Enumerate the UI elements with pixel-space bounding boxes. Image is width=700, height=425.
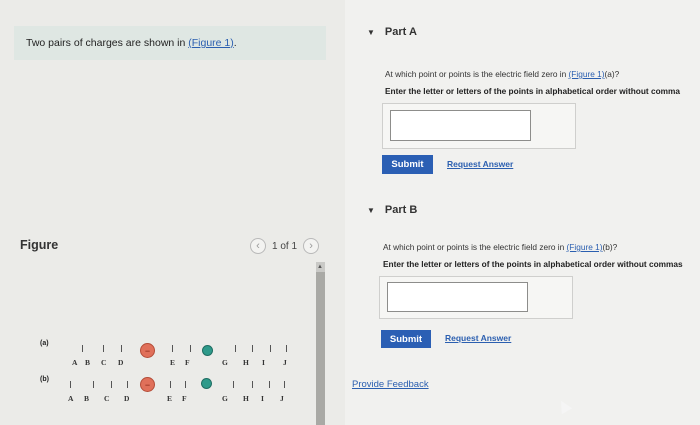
row-tag: (b) [40, 376, 49, 383]
point-label: F [182, 394, 187, 403]
point-label: I [261, 394, 264, 403]
part-a-answer-input[interactable] [390, 110, 531, 141]
part-a-instruction: Enter the letter or letters of the point… [385, 86, 681, 96]
positive-charge-icon [201, 378, 212, 389]
tick [286, 345, 287, 352]
figure-link[interactable]: (Figure 1) [188, 37, 234, 49]
tick [172, 345, 173, 352]
tick [233, 381, 234, 388]
tick [270, 345, 271, 352]
figure-link[interactable]: (Figure 1) [569, 69, 605, 79]
point-label: D [118, 358, 124, 367]
scroll-up-icon[interactable]: ▲ [317, 264, 323, 270]
point-label: H [243, 358, 249, 367]
negative-charge-icon: − [140, 377, 155, 392]
part-a-header[interactable]: ▼ Part A [367, 26, 417, 38]
positive-charge-icon [202, 345, 213, 356]
part-a-request-answer-link[interactable]: Request Answer [447, 159, 513, 169]
point-label: G [222, 358, 228, 367]
tick [111, 381, 112, 388]
point-label: B [84, 394, 90, 403]
point-label: I [262, 358, 265, 367]
caret-down-icon[interactable]: ▼ [367, 206, 375, 215]
part-b-title: Part B [384, 204, 418, 216]
question-suffix: (a)? [604, 69, 620, 79]
tick [170, 381, 171, 388]
caret-down-icon[interactable]: ▼ [367, 28, 375, 37]
tick [121, 345, 122, 352]
point-label: E [170, 358, 176, 367]
negative-charge-icon: − [140, 343, 155, 358]
tick [82, 345, 83, 352]
tick [70, 381, 71, 388]
part-a-submit-button[interactable]: Submit [382, 155, 433, 174]
point-label: A [68, 394, 74, 403]
point-label: A [72, 358, 78, 367]
right-pane: ▼ Part A At which point or points is the… [345, 0, 700, 425]
point-label: C [104, 394, 110, 403]
point-label: E [167, 394, 173, 403]
part-a-answer-panel [382, 103, 576, 149]
figure-label: Figure [20, 238, 59, 252]
figure-row-a: (a) − A B C D E F G H I J [0, 340, 320, 380]
part-b-submit-button[interactable]: Submit [381, 330, 431, 348]
tick [185, 381, 186, 388]
pager-text: 1 of 1 [272, 240, 298, 252]
figure-row-b: (b) − A B C D E F G H I J [0, 376, 320, 416]
tick [252, 381, 253, 388]
tick [252, 345, 253, 352]
intro-suffix: . [233, 37, 237, 49]
question-suffix: (b)? [602, 242, 618, 252]
figure-pager: ‹ 1 of 1 › [250, 238, 320, 254]
point-label: C [101, 358, 107, 367]
point-label: J [280, 394, 284, 403]
part-b-question: At which point or points is the electric… [383, 242, 617, 252]
point-label: F [185, 358, 190, 367]
tick [127, 381, 128, 388]
intro-banner: Two pairs of charges are shown in (Figur… [14, 26, 326, 60]
chevron-left-icon[interactable]: ‹ [250, 238, 266, 254]
part-b-request-answer-link[interactable]: Request Answer [445, 333, 511, 343]
question-text: At which point or points is the electric… [385, 69, 569, 79]
intro-text: Two pairs of charges are shown in [26, 37, 189, 49]
left-pane: Two pairs of charges are shown in (Figur… [0, 0, 345, 425]
point-label: H [243, 394, 249, 403]
tick [93, 381, 94, 388]
part-b-header[interactable]: ▼ Part B [367, 204, 417, 216]
point-label: J [283, 358, 287, 367]
part-b-instruction: Enter the letter or letters of the point… [383, 259, 683, 269]
point-label: G [222, 394, 228, 403]
tick [235, 345, 236, 352]
tick [190, 345, 191, 352]
provide-feedback-link[interactable]: Provide Feedback [352, 379, 429, 390]
part-b-answer-input[interactable] [387, 282, 528, 312]
part-a-question: At which point or points is the electric… [385, 69, 619, 79]
tick [269, 381, 270, 388]
point-label: B [85, 358, 91, 367]
row-tag: (a) [40, 340, 49, 347]
point-label: D [124, 394, 130, 403]
question-text: At which point or points is the electric… [383, 242, 567, 252]
tick [284, 381, 285, 388]
figure-link[interactable]: (Figure 1) [567, 242, 603, 252]
part-b-answer-panel [379, 276, 573, 319]
part-a-title: Part A [384, 26, 417, 38]
tick [103, 345, 104, 352]
chevron-right-icon[interactable]: › [303, 238, 320, 254]
